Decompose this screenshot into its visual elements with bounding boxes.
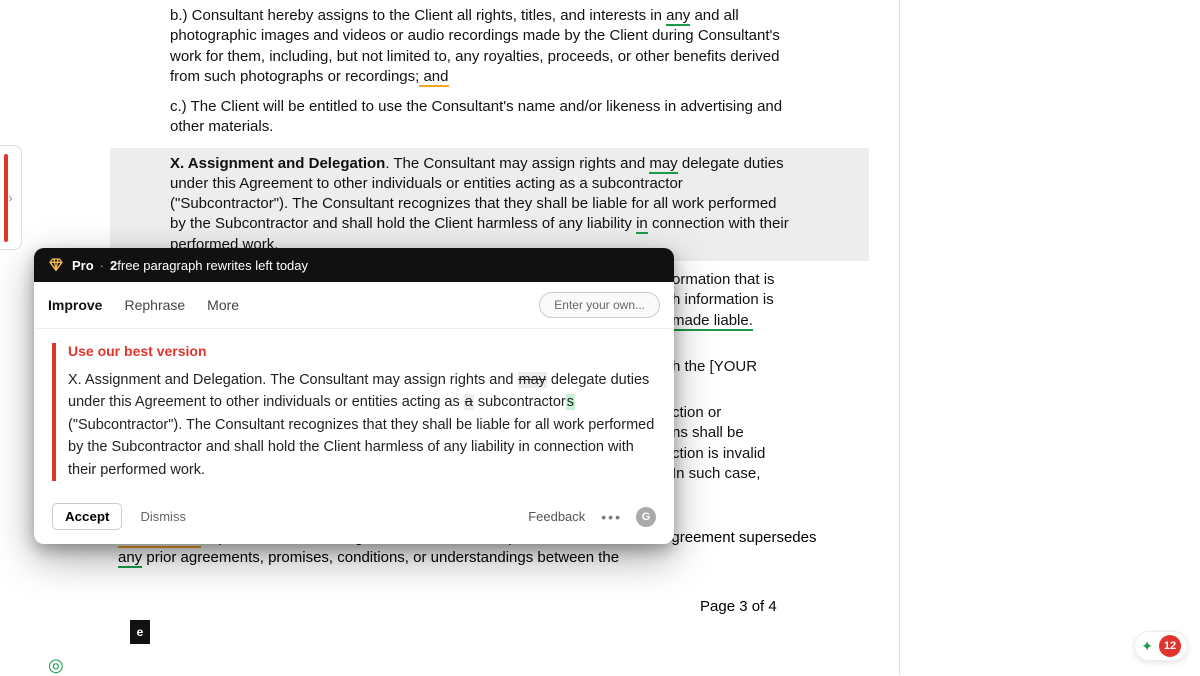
diamond-icon: [48, 257, 64, 273]
fragment: ction or: [672, 403, 872, 423]
fragment: made liable.: [672, 312, 753, 331]
fragment: h the [YOUR: [672, 357, 872, 377]
grammarly-icon[interactable]: G: [636, 507, 656, 527]
underline-may[interactable]: may: [649, 155, 677, 174]
fragment: In such case,: [672, 464, 872, 484]
text: subcontractor: [474, 394, 566, 410]
fingerprint-icon[interactable]: ◎: [48, 655, 64, 676]
section-x-heading: X. Assignment and Delegation: [170, 155, 385, 172]
partial-text-right: ormation that is h information is made l…: [672, 270, 872, 484]
tab-improve[interactable]: Improve: [48, 297, 102, 313]
text: prior agreements, promises, conditions, …: [142, 549, 619, 566]
accept-button[interactable]: Accept: [52, 503, 122, 530]
separator-dot: ·: [94, 258, 110, 273]
enter-your-own-button[interactable]: Enter your own...: [539, 292, 660, 318]
status-pill[interactable]: ✦ 12: [1134, 631, 1188, 661]
section-x-text-1: . The Consultant may assign rights and: [385, 155, 649, 172]
feedback-link[interactable]: Feedback: [528, 509, 585, 524]
fragment: ns shall be: [672, 423, 872, 443]
issue-count-badge: 12: [1159, 635, 1181, 657]
rewrites-remaining-text: free paragraph rewrites left today: [117, 258, 308, 273]
removed-text: may: [518, 372, 547, 388]
paragraph-c: c.) The Client will be entitled to use t…: [170, 97, 789, 138]
clause-b-label: b.): [170, 7, 188, 24]
underline-and[interactable]: and: [419, 68, 448, 87]
clause-b-text-1: Consultant hereby assigns to the Client …: [188, 7, 667, 24]
chevron-right-icon: ›: [9, 191, 13, 205]
pro-label: Pro: [72, 258, 94, 273]
paragraph-b: b.) Consultant hereby assigns to the Cli…: [170, 6, 789, 87]
fragment: h information is: [672, 290, 872, 310]
clause-c-text: The Client will be entitled to use the C…: [170, 98, 782, 135]
collapse-sidebar-handle[interactable]: ›: [0, 145, 22, 250]
inserted-text: s: [566, 394, 575, 410]
clause-c-label: c.): [170, 98, 187, 115]
tab-more[interactable]: More: [207, 297, 239, 313]
page-number: Page 3 of 4: [700, 598, 777, 615]
underline-in[interactable]: in: [636, 215, 648, 234]
removed-text: a: [464, 394, 474, 410]
underline-any-2[interactable]: any: [118, 549, 142, 568]
popup-tabs: Improve Rephrase More Enter your own...: [34, 282, 674, 329]
paragraph-x-selected[interactable]: X. Assignment and Delegation. The Consul…: [110, 148, 869, 261]
rewrite-popup: Pro · 2 free paragraph rewrites left tod…: [34, 248, 674, 544]
popup-actions: Accept Dismiss Feedback ••• G: [34, 491, 674, 544]
tab-rephrase[interactable]: Rephrase: [124, 297, 185, 313]
check-icon: ✦: [1141, 638, 1153, 655]
popup-header: Pro · 2 free paragraph rewrites left tod…: [34, 248, 674, 282]
text: ("Subcontractor"). The Consultant recogn…: [68, 417, 654, 478]
alert-indicator: [4, 154, 8, 242]
rewrite-suggestion[interactable]: X. Assignment and Delegation. The Consul…: [68, 369, 656, 481]
fragment: ormation that is: [672, 270, 872, 290]
dismiss-button[interactable]: Dismiss: [130, 504, 196, 529]
best-version-label: Use our best version: [68, 343, 656, 359]
rewrite-heading: X. Assignment and Delegation.: [68, 372, 266, 388]
more-options-icon[interactable]: •••: [601, 509, 622, 525]
underline-any[interactable]: any: [666, 7, 690, 26]
fragment: ction is invalid: [672, 444, 872, 464]
rewrites-count: 2: [110, 258, 117, 273]
text: The Consultant may assign rights and: [266, 372, 517, 388]
popup-body: Use our best version X. Assignment and D…: [34, 329, 674, 491]
file-icon[interactable]: e: [130, 620, 150, 644]
